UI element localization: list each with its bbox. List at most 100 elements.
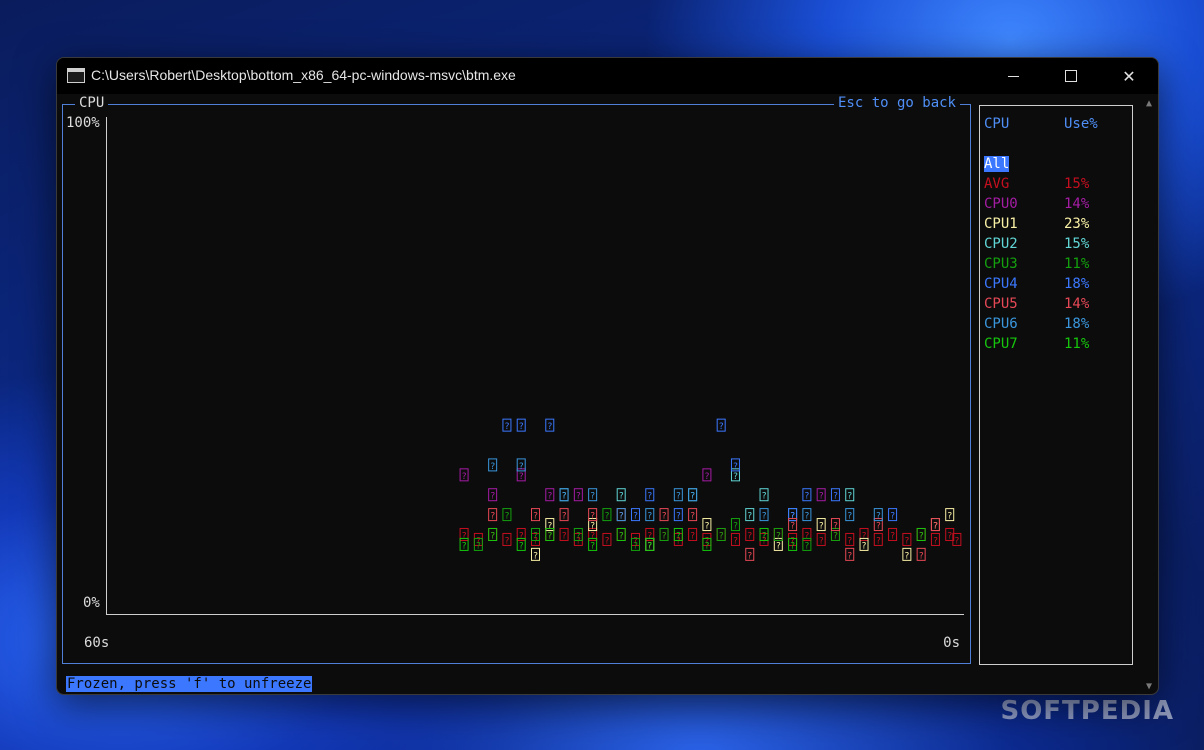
plot-point-cpu6: ? (559, 488, 569, 502)
plot-point-cpu6: ? (488, 458, 498, 472)
plot-point-avg: ? (816, 532, 826, 546)
legend-row-cpu1[interactable]: CPU1 23% (984, 216, 1124, 236)
plot-point-cpu2: ? (759, 488, 769, 502)
cpu-legend-panel[interactable]: CPU Use% All AVG 15% CPU0 14% CPU1 23% CPU2 15%… (979, 105, 1133, 665)
legend-row-value: 18% (1064, 276, 1090, 292)
svg-text:?: ? (790, 541, 795, 551)
svg-text:?: ? (547, 522, 552, 532)
svg-text:?: ? (833, 531, 838, 541)
svg-text:?: ? (818, 522, 823, 532)
plot-point-avg: ? (745, 527, 755, 541)
plot-point-avg: ? (802, 527, 812, 541)
plot-point-cpu4: ? (502, 418, 512, 432)
svg-text:?: ? (733, 536, 738, 546)
svg-text:?: ? (876, 522, 881, 532)
maximize-button[interactable] (1042, 58, 1100, 94)
plot-point-cpu0: ? (488, 488, 498, 502)
svg-text:?: ? (704, 522, 709, 532)
legend-row-avg[interactable]: AVG 15% (984, 176, 1124, 196)
legend-row-cpu4[interactable]: CPU4 18% (984, 276, 1124, 296)
plot-point-cpu0: ? (459, 468, 469, 482)
svg-text:?: ? (504, 512, 509, 522)
plot-point-cpu3: ? (730, 518, 740, 532)
legend-row-cpu0[interactable]: CPU0 14% (984, 196, 1124, 216)
svg-text:?: ? (504, 422, 509, 432)
svg-text:?: ? (890, 512, 895, 522)
svg-text:?: ? (576, 531, 581, 541)
plot-point-cpu3: ? (573, 527, 583, 541)
plot-point-avg: ? (459, 527, 469, 541)
legend-row-value: 11% (1064, 336, 1090, 352)
legend-row-cpu7[interactable]: CPU7 11% (984, 336, 1124, 356)
svg-text:?: ? (661, 512, 666, 522)
cpu-chart-panel[interactable]: CPU Esc to go back 100% 0% 60s 0s ??????… (62, 95, 971, 664)
cpu-plot: ????????????????????????????????????????… (459, 418, 962, 561)
svg-text:?: ? (533, 512, 538, 522)
plot-point-cpu1: ? (545, 518, 555, 532)
svg-text:?: ? (704, 541, 709, 551)
svg-text:?: ? (461, 472, 466, 482)
legend-row-value: 14% (1064, 296, 1090, 312)
window-title: C:\Users\Robert\Desktop\bottom_x86_64-pc… (91, 67, 516, 83)
plot-point-cpu2: ? (745, 508, 755, 522)
scroll-down-arrow-icon[interactable]: ▼ (1142, 681, 1156, 692)
svg-text:?: ? (818, 536, 823, 546)
plot-point-cpu5: ? (588, 508, 598, 522)
legend-row-name: CPU1 (984, 216, 1018, 232)
svg-text:?: ? (861, 541, 866, 551)
svg-text:?: ? (776, 541, 781, 551)
svg-text:?: ? (490, 512, 495, 522)
legend-row-cpu3[interactable]: CPU3 11% (984, 256, 1124, 276)
svg-text:?: ? (690, 512, 695, 522)
svg-text:?: ? (547, 492, 552, 502)
softpedia-watermark: SOFTPEDIA (1000, 696, 1174, 726)
legend-row-name: AVG (984, 176, 1010, 192)
legend-row-cpu5[interactable]: CPU5 14% (984, 296, 1124, 316)
close-button[interactable]: ✕ (1100, 58, 1158, 94)
svg-text:?: ? (533, 531, 538, 541)
legend-row-cpu6[interactable]: CPU6 18% (984, 316, 1124, 336)
svg-text:?: ? (847, 512, 852, 522)
svg-text:?: ? (947, 512, 952, 522)
plot-point-cpu5: ? (930, 518, 940, 532)
svg-text:?: ? (833, 522, 838, 532)
svg-text:?: ? (747, 531, 752, 541)
svg-text:?: ? (490, 492, 495, 502)
legend-item-all[interactable]: All (984, 156, 1010, 172)
svg-text:?: ? (804, 531, 809, 541)
plot-point-cpu6: ? (673, 488, 683, 502)
title-bar[interactable]: C:\Users\Robert\Desktop\bottom_x86_64-pc… (57, 58, 1158, 94)
plot-point-cpu4: ? (716, 418, 726, 432)
svg-text:?: ? (490, 531, 495, 541)
plot-point-cpu6: ? (802, 508, 812, 522)
legend-row-name: CPU5 (984, 296, 1018, 312)
plot-point-cpu5: ? (488, 508, 498, 522)
svg-text:?: ? (519, 531, 524, 541)
legend-row-cpu2[interactable]: CPU2 15% (984, 236, 1124, 256)
plot-point-cpu0: ? (816, 488, 826, 502)
svg-text:?: ? (733, 522, 738, 532)
scroll-up-arrow-icon[interactable]: ▲ (1142, 98, 1156, 109)
terminal-window: C:\Users\Robert\Desktop\bottom_x86_64-pc… (56, 57, 1159, 695)
svg-text:?: ? (476, 541, 481, 551)
svg-text:?: ? (519, 422, 524, 432)
plot-point-avg: ? (688, 527, 698, 541)
svg-text:?: ? (633, 541, 638, 551)
terminal-content[interactable]: CPU Esc to go back 100% 0% 60s 0s ??????… (57, 94, 1158, 694)
svg-text:?: ? (947, 531, 952, 541)
svg-text:?: ? (590, 512, 595, 522)
svg-text:?: ? (519, 472, 524, 482)
legend-header-cpu: CPU (984, 116, 1010, 132)
plot-point-cpu3: ? (531, 527, 540, 541)
svg-text:?: ? (876, 536, 881, 546)
svg-text:?: ? (618, 512, 623, 522)
minimize-button[interactable] (984, 58, 1042, 94)
plot-point-avg: ? (502, 532, 512, 546)
svg-text:?: ? (676, 531, 681, 541)
plot-point-cpu7: ? (673, 527, 683, 541)
svg-text:?: ? (676, 512, 681, 522)
svg-text:?: ? (618, 531, 623, 541)
svg-text:?: ? (590, 492, 595, 502)
plot-point-cpu2: ? (616, 488, 626, 502)
plot-point-cpu4: ? (802, 488, 812, 502)
